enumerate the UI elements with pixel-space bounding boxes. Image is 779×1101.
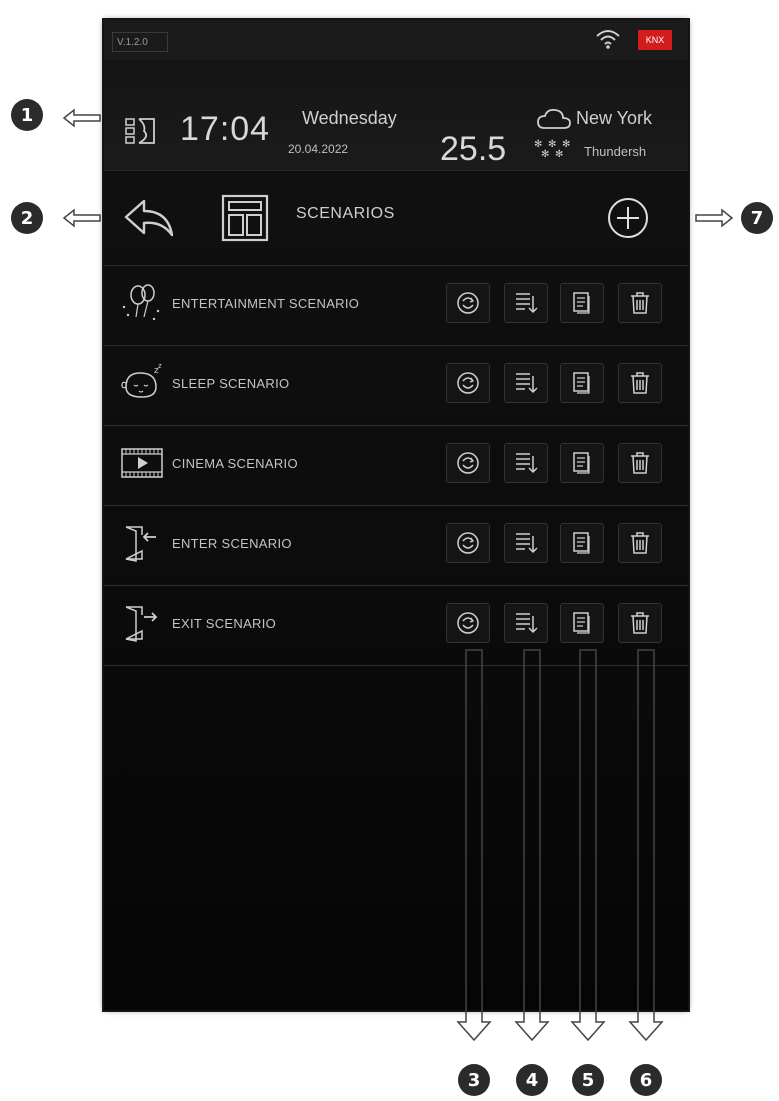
callout-5-number: 5 (582, 1070, 595, 1091)
callout-4: 4 (516, 1064, 548, 1096)
callout-6-number: 6 (640, 1070, 653, 1091)
callout-3: 3 (458, 1064, 490, 1096)
callout-5: 5 (572, 1064, 604, 1096)
callout-6: 6 (630, 1064, 662, 1096)
down-arrows-annotation (456, 649, 664, 1042)
callout-4-number: 4 (526, 1070, 539, 1091)
callout-3-number: 3 (468, 1070, 481, 1091)
